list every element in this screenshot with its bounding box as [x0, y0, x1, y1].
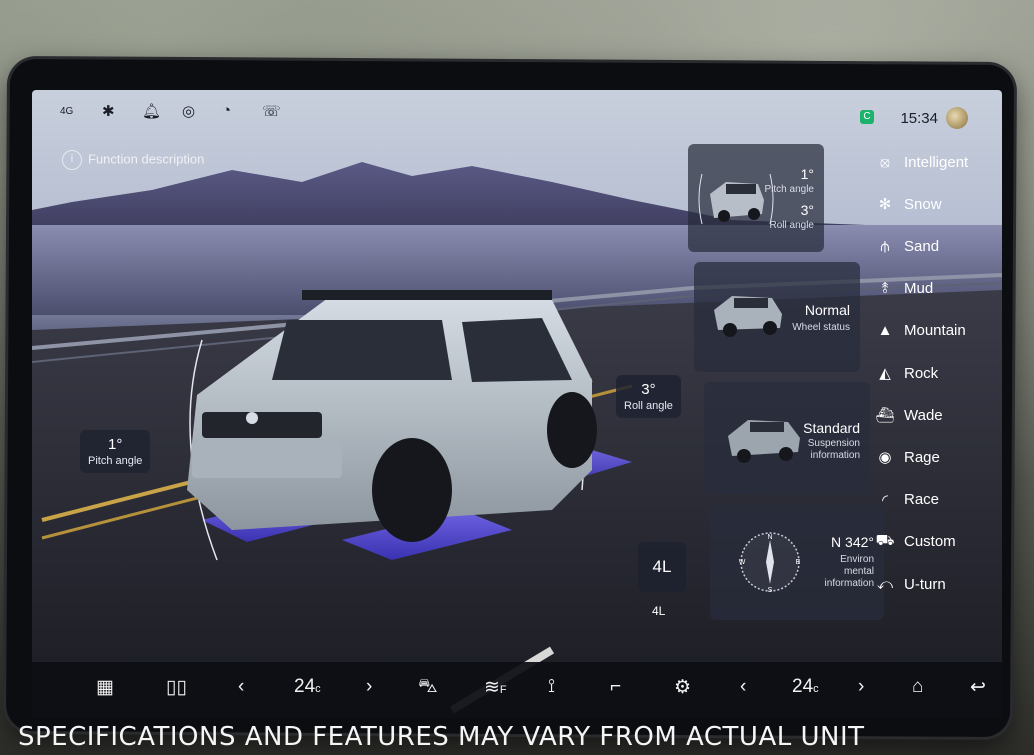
- mode-snow[interactable]: ✻ Snow: [874, 186, 1002, 222]
- mode-intelligent[interactable]: ⦻ Intelligent: [874, 144, 1002, 180]
- mode-race[interactable]: ◜ Race: [874, 482, 1002, 518]
- compass-e: E: [796, 559, 801, 566]
- pitch-angle-tag: 1° Pitch angle: [80, 430, 151, 473]
- roll-angle-tag: 3° Roll angle: [616, 375, 681, 418]
- mode-u-turn[interactable]: ⤺ U-turn: [874, 566, 1002, 602]
- mode-label: Race: [904, 491, 940, 509]
- mud-icon: ⥉: [881, 280, 889, 298]
- bottom-dock: ▦ ▯▯ ‹ 24c › ⛍ ≋F ⟟ ⌐ ⚙ ‹ 24c › ⌂ ↩: [32, 662, 1002, 718]
- snow-icon: ✻: [878, 196, 892, 214]
- compass-icon: N E S W: [739, 532, 801, 594]
- environment-label: Environ mental information: [824, 554, 874, 589]
- pitch-angle-value: 1°: [108, 436, 123, 453]
- mode-custom[interactable]: ⛟ Custom: [874, 524, 1002, 560]
- rock-icon: ◭: [879, 365, 891, 382]
- location-icon[interactable]: ◎: [182, 102, 195, 120]
- suspension-label: Suspension information: [807, 438, 860, 461]
- u-turn-icon: ⤺: [876, 575, 894, 593]
- right-temp-down-button[interactable]: ‹: [740, 676, 746, 698]
- mode-label: Rage: [904, 448, 940, 466]
- left-temp-down-button[interactable]: ‹: [238, 676, 244, 698]
- wheel-status-label: Wheel status: [792, 322, 850, 333]
- intelligent-icon: ⦻: [880, 153, 890, 171]
- clock-time: 15:34: [900, 110, 938, 127]
- app-badge-icon[interactable]: C: [860, 110, 874, 124]
- mode-mountain[interactable]: ▲ Mountain: [874, 313, 1002, 349]
- suspension-card[interactable]: Standard Suspension information: [704, 382, 870, 494]
- compass-s: S: [768, 587, 773, 594]
- mode-sand[interactable]: ⫛ Sand: [874, 228, 1002, 264]
- mode-rock[interactable]: ◭ Rock: [874, 355, 1002, 391]
- seat-ventilation-icon[interactable]: ⟟: [548, 676, 555, 698]
- wade-icon: ⛴: [875, 407, 895, 425]
- wheel-status-vehicle-icon: [714, 296, 782, 337]
- environment-card[interactable]: N E S W N 342° Environ mental informatio…: [710, 504, 884, 620]
- mode-label: Sand: [904, 237, 940, 255]
- right-temp-unit: c: [813, 683, 819, 695]
- attitude-pitch-value: 1°: [800, 166, 814, 182]
- rage-icon: ◉: [878, 449, 892, 467]
- mode-label: Wade: [904, 406, 943, 424]
- left-temp-display: 24c: [294, 676, 321, 698]
- mode-mud[interactable]: ⥉ Mud: [874, 271, 1002, 307]
- mode-label: Mountain: [904, 322, 966, 340]
- right-temp-up-button[interactable]: ›: [858, 676, 864, 698]
- left-temp-value: 24: [294, 676, 316, 697]
- rear-defrost-icon[interactable]: ≋F: [484, 676, 507, 699]
- right-temp-value: 24: [792, 676, 814, 697]
- bell-icon[interactable]: 🔔︎: [142, 102, 161, 120]
- vehicle-icon[interactable]: ⛍: [418, 676, 438, 700]
- mode-label: Mud: [904, 280, 934, 298]
- status-bar: 4G ✱ 🔔︎ ◎ ◔ ☏ C 15:34: [32, 90, 1002, 130]
- seat-heating-icon[interactable]: ⌐: [610, 676, 621, 698]
- info-icon: i: [62, 150, 82, 170]
- pitch-angle-label: Pitch angle: [88, 455, 143, 467]
- left-temp-unit: c: [315, 683, 321, 695]
- vehicle-attitude-icon: [698, 173, 774, 225]
- drive-mode-label: 4L: [652, 604, 666, 618]
- mode-label: U-turn: [904, 575, 946, 593]
- mode-label: Snow: [904, 195, 942, 213]
- custom-icon: ⛟: [875, 532, 895, 550]
- wheel-status-card[interactable]: Normal Wheel status: [694, 262, 860, 372]
- avatar[interactable]: [946, 107, 968, 129]
- disclaimer-text: SPECIFICATIONS AND FEATURES MAY VARY FRO…: [18, 722, 865, 752]
- mode-wade[interactable]: ⛴ Wade: [874, 397, 1002, 433]
- suspension-value: Standard: [803, 420, 860, 436]
- signal-icon: 4G: [60, 106, 74, 117]
- race-icon: ◜: [882, 491, 888, 509]
- wheel-status-value: Normal: [804, 302, 850, 318]
- compass-w: W: [739, 559, 746, 566]
- speedometer-icon[interactable]: ◔: [222, 102, 231, 119]
- sand-icon: ⫛: [880, 237, 890, 255]
- attitude-roll-value: 3°: [800, 202, 814, 218]
- call-icon[interactable]: ☏: [262, 102, 281, 120]
- mode-label: Rock: [904, 364, 939, 382]
- back-icon[interactable]: ↩: [970, 676, 986, 699]
- right-temp-display: 24c: [792, 676, 819, 698]
- roll-angle-label: Roll angle: [624, 400, 673, 412]
- compass-n: N: [767, 534, 772, 541]
- suspension-vehicle-icon: [728, 420, 800, 463]
- infotainment-screen: 4G ✱ 🔔︎ ◎ ◔ ☏ C 15:34 i Function descript…: [32, 90, 1002, 718]
- drive-mode-4l-button[interactable]: 4L: [638, 542, 686, 592]
- roll-angle-value: 3°: [641, 381, 656, 398]
- function-description-label: Function description: [88, 151, 205, 167]
- attitude-card[interactable]: 1° Pitch angle 3° Roll angle: [688, 144, 824, 252]
- defrost-label: F: [499, 684, 507, 696]
- function-description-button[interactable]: i Function description: [62, 150, 204, 170]
- environment-value: N 342°: [831, 534, 874, 550]
- settings-gear-icon[interactable]: ⚙: [674, 676, 691, 699]
- home-icon[interactable]: ⌂: [912, 676, 923, 698]
- app-grid-icon[interactable]: ▦: [96, 676, 114, 699]
- split-screen-icon[interactable]: ▯▯: [166, 676, 187, 699]
- attitude-roll-label: Roll angle: [769, 220, 814, 231]
- left-temp-up-button[interactable]: ›: [366, 676, 372, 698]
- mountain-icon: ▲: [877, 322, 893, 340]
- attitude-pitch-label: Pitch angle: [764, 184, 814, 195]
- mode-label: Intelligent: [904, 153, 969, 171]
- mode-rage[interactable]: ◉ Rage: [874, 439, 1002, 475]
- bluetooth-icon[interactable]: ✱: [102, 102, 115, 120]
- mode-label: Custom: [904, 533, 956, 551]
